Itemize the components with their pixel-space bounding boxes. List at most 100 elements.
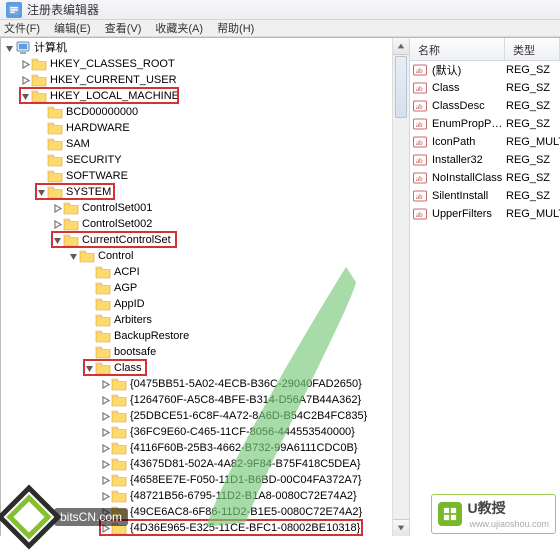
tree-row[interactable]: CurrentControlSet [1,232,409,248]
tree-row[interactable]: 计算机 [1,40,409,56]
tree-label[interactable]: SOFTWARE [65,169,129,184]
tree-row[interactable]: HKEY_LOCAL_MACHINE [1,88,409,104]
tree-row[interactable]: {4658EE7E-F050-11D1-B6BD-00C04FA372A7} [1,472,409,488]
tree-label[interactable]: BCD00000000 [65,105,139,120]
tree-label[interactable]: {4658EE7E-F050-11D1-B6BD-00C04FA372A7} [129,473,363,488]
tree-row[interactable]: {25DBCE51-6C8F-4A72-8A6D-B54C2B4FC835} [1,408,409,424]
tree-label[interactable]: Class [113,361,143,376]
value-row[interactable]: abClassREG_SZ [410,79,560,97]
tree-label[interactable]: HKEY_CURRENT_USER [49,73,178,88]
expander-open-icon[interactable] [3,40,15,56]
tree-label[interactable]: {49CE6AC8-6F86-11D2-B1E5-0080C72E74A2} [129,505,363,520]
tree-label[interactable]: SYSTEM [65,185,112,200]
value-row[interactable]: abClassDescREG_SZ [410,97,560,115]
tree-row[interactable]: AGP [1,280,409,296]
menu-view[interactable]: 查看(V) [105,20,142,36]
menu-help[interactable]: 帮助(H) [217,20,254,36]
tree-row[interactable]: {4D36E965-E325-11CE-BFC1-08002BE10318} [1,520,409,536]
tree-row[interactable]: Class [1,360,409,376]
expander-closed-icon[interactable] [99,424,111,440]
scroll-thumb[interactable] [395,56,407,118]
tree-row[interactable]: AppID [1,296,409,312]
value-row[interactable]: abInstaller32REG_SZ [410,151,560,169]
tree-label[interactable]: CurrentControlSet [81,233,172,248]
tree-label[interactable]: bootsafe [113,345,157,360]
tree-row[interactable]: {48721B56-6795-11D2-B1A8-0080C72E74A2} [1,488,409,504]
titlebar[interactable]: 注册表编辑器 [0,0,560,20]
expander-open-icon[interactable] [51,232,63,248]
tree-row[interactable]: HKEY_CURRENT_USER [1,72,409,88]
expander-closed-icon[interactable] [99,376,111,392]
tree-label[interactable]: HKEY_LOCAL_MACHINE [49,89,180,104]
tree-label[interactable]: ControlSet002 [81,217,153,232]
tree-label[interactable]: HKEY_CLASSES_ROOT [49,57,176,72]
tree-label[interactable]: {43675D81-502A-4A82-9F84-B75F418C5DEA} [129,457,362,472]
tree-row[interactable]: SAM [1,136,409,152]
values-list[interactable]: ab(默认)REG_SZabClassREG_SZabClassDescREG_… [410,61,560,223]
value-row[interactable]: abIconPathREG_MULTI_SZ [410,133,560,151]
tree-label[interactable]: HARDWARE [65,121,131,136]
tree-label[interactable]: {1264760F-A5C8-4BFE-B314-D56A7B44A362} [129,393,362,408]
tree-row[interactable]: BackupRestore [1,328,409,344]
tree-label[interactable]: SECURITY [65,153,123,168]
tree-label[interactable]: SAM [65,137,91,152]
expander-open-icon[interactable] [19,88,31,104]
tree-row[interactable]: Arbiters [1,312,409,328]
column-name[interactable]: 名称 [410,38,505,60]
tree-row[interactable]: ControlSet002 [1,216,409,232]
expander-open-icon[interactable] [35,184,47,200]
tree-row[interactable]: SYSTEM [1,184,409,200]
tree-row[interactable]: HKEY_CLASSES_ROOT [1,56,409,72]
tree-row[interactable]: BCD00000000 [1,104,409,120]
tree-row[interactable]: ACPI [1,264,409,280]
value-row[interactable]: ab(默认)REG_SZ [410,61,560,79]
tree-label[interactable]: {25DBCE51-6C8F-4A72-8A6D-B54C2B4FC835} [129,409,368,424]
tree-row[interactable]: HARDWARE [1,120,409,136]
tree-row[interactable]: {1264760F-A5C8-4BFE-B314-D56A7B44A362} [1,392,409,408]
tree-label[interactable]: {4116F60B-25B3-4662-B732-99A6111CDC0B} [129,441,359,456]
expander-closed-icon[interactable] [51,200,63,216]
tree-row[interactable]: {43675D81-502A-4A82-9F84-B75F418C5DEA} [1,456,409,472]
tree-scrollbar[interactable] [392,38,409,536]
scroll-up-button[interactable] [393,38,409,55]
expander-closed-icon[interactable] [99,472,111,488]
tree-label[interactable]: ACPI [113,265,141,280]
menu-file[interactable]: 文件(F) [4,20,40,36]
tree-label[interactable]: {4D36E965-E325-11CE-BFC1-08002BE10318} [129,521,361,536]
expander-closed-icon[interactable] [19,56,31,72]
tree-label[interactable]: {36FC9E60-C465-11CF-8056-444553540000} [129,425,356,440]
menu-favorites[interactable]: 收藏夹(A) [155,20,203,36]
tree-row[interactable]: SECURITY [1,152,409,168]
tree-label[interactable]: 计算机 [33,41,68,56]
tree-label[interactable]: {0475BB51-5A02-4ECB-B36C-29040FAD2650} [129,377,363,392]
value-row[interactable]: abNoInstallClassREG_SZ [410,169,560,187]
expander-closed-icon[interactable] [99,392,111,408]
expander-closed-icon[interactable] [19,72,31,88]
column-type[interactable]: 类型 [505,38,560,60]
tree-row[interactable]: ControlSet001 [1,200,409,216]
value-row[interactable]: abUpperFiltersREG_MULTI_SZ [410,205,560,223]
tree-label[interactable]: AGP [113,281,138,296]
expander-closed-icon[interactable] [99,488,111,504]
scroll-down-button[interactable] [393,519,409,536]
expander-open-icon[interactable] [67,248,79,264]
tree-label[interactable]: BackupRestore [113,329,190,344]
tree-row[interactable]: Control [1,248,409,264]
tree-row[interactable]: {36FC9E60-C465-11CF-8056-444553540000} [1,424,409,440]
tree-row[interactable]: {49CE6AC8-6F86-11D2-B1E5-0080C72E74A2} [1,504,409,520]
tree-label[interactable]: ControlSet001 [81,201,153,216]
expander-closed-icon[interactable] [99,408,111,424]
expander-closed-icon[interactable] [51,216,63,232]
expander-closed-icon[interactable] [99,520,111,536]
tree-label[interactable]: Arbiters [113,313,153,328]
tree-row[interactable]: SOFTWARE [1,168,409,184]
tree-label[interactable]: {48721B56-6795-11D2-B1A8-0080C72E74A2} [129,489,358,504]
tree-row[interactable]: {0475BB51-5A02-4ECB-B36C-29040FAD2650} [1,376,409,392]
registry-tree[interactable]: 计算机HKEY_CLASSES_ROOTHKEY_CURRENT_USERHKE… [1,38,409,536]
tree-row[interactable]: bootsafe [1,344,409,360]
expander-closed-icon[interactable] [99,440,111,456]
value-row[interactable]: abEnumPropPag...REG_SZ [410,115,560,133]
tree-label[interactable]: AppID [113,297,146,312]
menu-edit[interactable]: 编辑(E) [54,20,91,36]
tree-row[interactable]: {4116F60B-25B3-4662-B732-99A6111CDC0B} [1,440,409,456]
